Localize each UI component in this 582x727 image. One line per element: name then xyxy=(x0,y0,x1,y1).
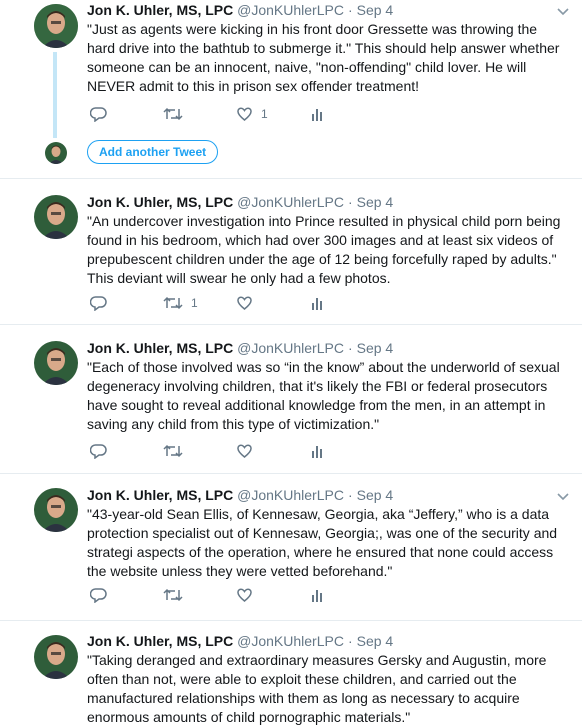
tweet[interactable]: Jon K. Uhler, MS, LPC @JonKUhlerLPC · Sep … xyxy=(0,621,582,726)
retweet-icon xyxy=(163,107,183,121)
tweet-text: "Each of those involved was so “in the k… xyxy=(87,359,560,432)
tweet[interactable]: Jon K. Uhler, MS, LPC @JonKUhlerLPC · Sep … xyxy=(0,325,582,474)
reply-button[interactable] xyxy=(90,441,115,461)
tweet-header: Jon K. Uhler, MS, LPC @JonKUhlerLPC · Sep … xyxy=(87,338,562,358)
avatar[interactable] xyxy=(34,635,78,679)
like-button[interactable] xyxy=(236,441,261,461)
timeline: Jon K. Uhler, MS, LPC @JonKUhlerLPC · Sep … xyxy=(0,0,582,726)
heart-icon xyxy=(237,107,252,121)
tweet-actions: 1 xyxy=(87,293,387,313)
timestamp[interactable]: Sep 4 xyxy=(357,194,394,210)
display-name[interactable]: Jon K. Uhler, MS, LPC xyxy=(87,633,233,649)
retweet-icon xyxy=(163,296,183,310)
separator-dot: · xyxy=(347,2,353,18)
tweet-content: Jon K. Uhler, MS, LPC @JonKUhlerLPC · Sep … xyxy=(87,192,562,288)
username[interactable]: @JonKUhlerLPC xyxy=(237,194,344,210)
display-name[interactable]: Jon K. Uhler, MS, LPC xyxy=(87,487,233,503)
heart-icon xyxy=(237,444,252,458)
separator-dot: · xyxy=(347,487,353,503)
analytics-button[interactable] xyxy=(311,441,323,461)
tweet-header: Jon K. Uhler, MS, LPC @JonKUhlerLPC · Sep … xyxy=(87,631,562,651)
reply-icon xyxy=(90,296,107,311)
tweet-text: "43-year-old Sean Ellis, of Kennesaw, Ge… xyxy=(87,506,558,579)
reply-icon xyxy=(90,588,107,603)
retweet-button[interactable] xyxy=(163,441,191,461)
avatar-small xyxy=(45,142,67,164)
tweet-actions: 1 xyxy=(87,104,387,124)
tweet[interactable]: Jon K. Uhler, MS, LPC @JonKUhlerLPC · Sep … xyxy=(0,0,582,179)
reply-icon xyxy=(90,444,107,459)
username[interactable]: @JonKUhlerLPC xyxy=(237,487,344,503)
separator-dot: · xyxy=(347,194,353,210)
tweet-content: Jon K. Uhler, MS, LPC @JonKUhlerLPC · Sep … xyxy=(87,631,562,727)
chevron-down-icon[interactable] xyxy=(556,487,572,501)
retweet-count: 1 xyxy=(191,296,198,310)
separator-dot: · xyxy=(347,633,353,649)
display-name[interactable]: Jon K. Uhler, MS, LPC xyxy=(87,194,233,210)
tweet[interactable]: Jon K. Uhler, MS, LPC @JonKUhlerLPC · Sep … xyxy=(0,179,582,325)
tweet[interactable]: Jon K. Uhler, MS, LPC @JonKUhlerLPC · Sep … xyxy=(0,474,582,621)
add-another-tweet-button[interactable]: Add another Tweet xyxy=(87,140,219,164)
analytics-button[interactable] xyxy=(311,104,323,124)
retweet-icon xyxy=(163,444,183,458)
analytics-icon xyxy=(312,109,322,121)
display-name[interactable]: Jon K. Uhler, MS, LPC xyxy=(87,2,233,18)
tweet-header: Jon K. Uhler, MS, LPC @JonKUhlerLPC · Sep … xyxy=(87,0,569,20)
tweet-content: Jon K. Uhler, MS, LPC @JonKUhlerLPC · Sep … xyxy=(87,485,569,581)
tweet-content: Jon K. Uhler, MS, LPC @JonKUhlerLPC · Sep … xyxy=(87,0,569,96)
tweet-text: "Taking deranged and extraordinary measu… xyxy=(87,652,547,725)
like-count: 1 xyxy=(261,107,268,121)
tweet-actions xyxy=(87,441,387,461)
avatar[interactable] xyxy=(34,4,78,48)
retweet-icon xyxy=(163,588,183,602)
reply-button[interactable] xyxy=(90,293,115,313)
retweet-button[interactable] xyxy=(163,585,191,605)
username[interactable]: @JonKUhlerLPC xyxy=(237,2,344,18)
like-button[interactable] xyxy=(236,585,261,605)
reply-icon xyxy=(90,107,107,122)
tweet-actions xyxy=(87,585,387,605)
separator-dot: · xyxy=(347,340,353,356)
analytics-button[interactable] xyxy=(311,585,323,605)
analytics-icon xyxy=(312,446,322,458)
avatar[interactable] xyxy=(34,195,78,239)
timestamp[interactable]: Sep 4 xyxy=(357,633,394,649)
avatar[interactable] xyxy=(34,341,78,385)
username[interactable]: @JonKUhlerLPC xyxy=(237,633,344,649)
avatar[interactable] xyxy=(34,488,78,532)
tweet-content: Jon K. Uhler, MS, LPC @JonKUhlerLPC · Sep … xyxy=(87,338,562,434)
retweet-button[interactable] xyxy=(163,104,191,124)
username[interactable]: @JonKUhlerLPC xyxy=(237,340,344,356)
thread-line xyxy=(53,52,57,138)
analytics-icon xyxy=(312,590,322,602)
tweet-text: "Just as agents were kicking in his fron… xyxy=(87,21,560,94)
like-button[interactable] xyxy=(236,293,261,313)
chevron-down-icon[interactable] xyxy=(556,2,572,16)
heart-icon xyxy=(237,588,252,602)
heart-icon xyxy=(237,296,252,310)
timestamp[interactable]: Sep 4 xyxy=(357,340,394,356)
reply-button[interactable] xyxy=(90,104,115,124)
analytics-icon xyxy=(312,298,322,310)
timestamp[interactable]: Sep 4 xyxy=(357,2,394,18)
tweet-header: Jon K. Uhler, MS, LPC @JonKUhlerLPC · Sep … xyxy=(87,192,562,212)
timestamp[interactable]: Sep 4 xyxy=(357,487,394,503)
reply-button[interactable] xyxy=(90,585,115,605)
retweet-button[interactable]: 1 xyxy=(163,293,198,313)
display-name[interactable]: Jon K. Uhler, MS, LPC xyxy=(87,340,233,356)
tweet-header: Jon K. Uhler, MS, LPC @JonKUhlerLPC · Sep … xyxy=(87,485,569,505)
tweet-text: "An undercover investigation into Prince… xyxy=(87,213,561,286)
analytics-button[interactable] xyxy=(311,293,323,313)
like-button[interactable]: 1 xyxy=(236,104,268,124)
